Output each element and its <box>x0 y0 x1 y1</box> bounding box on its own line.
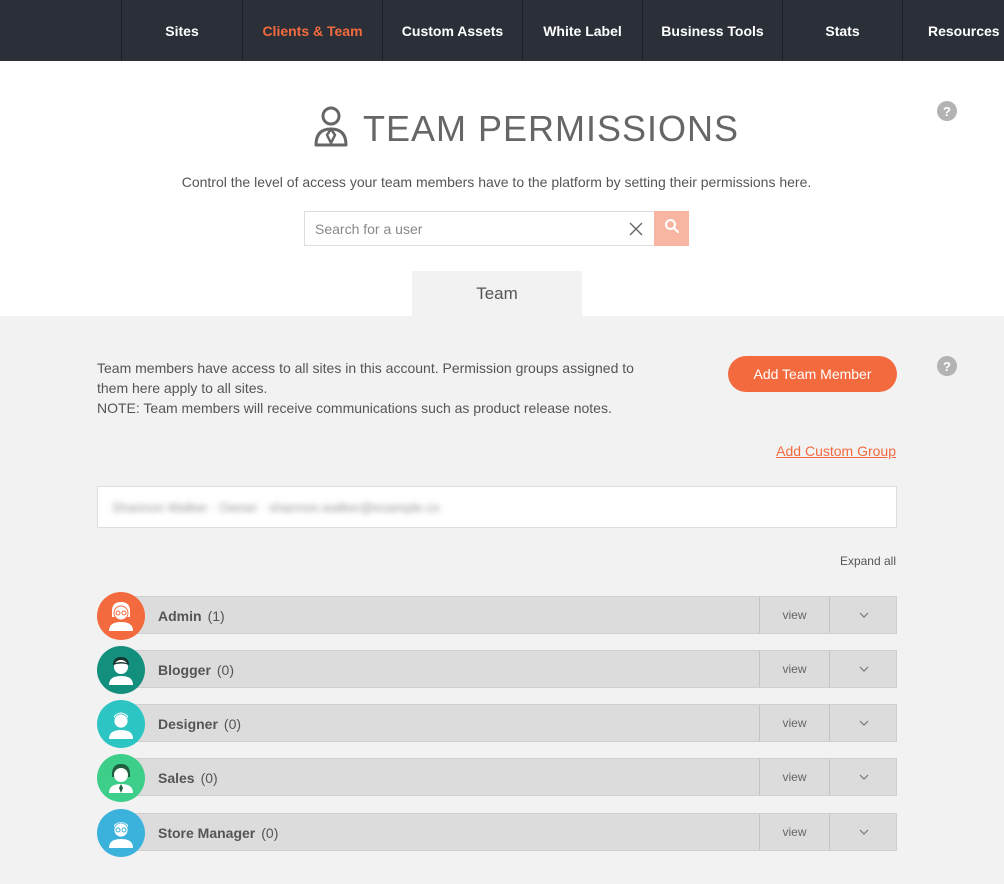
chevron-down-icon <box>858 714 870 732</box>
group-count: (0) <box>200 770 218 786</box>
help-icon[interactable]: ? <box>937 101 957 121</box>
page-subtitle: Control the level of access your team me… <box>181 174 812 190</box>
expand-toggle[interactable] <box>829 651 897 687</box>
permission-group-designer: Designer (0) view <box>97 700 897 748</box>
group-count: (0) <box>261 825 279 841</box>
nav-item-custom-assets[interactable]: Custom Assets <box>382 0 522 61</box>
page-title: TEAM PERMISSIONS <box>363 107 740 149</box>
search-button[interactable] <box>654 211 689 246</box>
chevron-down-icon <box>858 768 870 786</box>
group-count: (0) <box>216 662 235 678</box>
expand-toggle[interactable] <box>829 597 897 633</box>
view-button[interactable]: view <box>759 759 829 795</box>
permission-group-sales: Sales (0) view <box>97 754 897 802</box>
user-tie-icon <box>313 105 349 152</box>
help-icon[interactable]: ? <box>937 356 957 376</box>
view-button[interactable]: view <box>759 597 829 633</box>
description-line: Team members have access to all sites in… <box>97 360 634 376</box>
view-button[interactable]: view <box>759 814 829 850</box>
search-input[interactable] <box>305 212 623 245</box>
group-count: (1) <box>207 608 225 624</box>
group-bar[interactable]: Store Manager (0) view <box>121 813 897 851</box>
group-label: Designer <box>158 716 218 732</box>
view-button[interactable]: view <box>759 705 829 741</box>
search-icon <box>664 218 680 239</box>
nav-item-resources[interactable]: Resources <box>902 0 1004 61</box>
admin-avatar-icon <box>97 592 145 640</box>
tab-team[interactable]: Team <box>412 271 582 316</box>
group-bar[interactable]: Designer (0) view <box>121 704 897 742</box>
nav-item-stats[interactable]: Stats <box>782 0 902 61</box>
description-note: NOTE: Team members will receive communic… <box>97 400 612 416</box>
page-header: ? TEAM PERMISSIONS Control the level of … <box>0 61 1004 316</box>
group-count: (0) <box>223 716 242 732</box>
chevron-down-icon <box>858 660 870 678</box>
nav-item-sites[interactable]: Sites <box>121 0 242 61</box>
group-label: Admin <box>158 608 202 624</box>
group-name: Blogger (0) <box>158 662 234 678</box>
top-navigation: Sites Clients & Team Custom Assets White… <box>0 0 1004 61</box>
sales-avatar-icon <box>97 754 145 802</box>
expand-toggle[interactable] <box>829 814 897 850</box>
blogger-avatar-icon <box>97 646 145 694</box>
add-custom-group-link[interactable]: Add Custom Group <box>776 443 896 459</box>
expand-all-link[interactable]: Expand all <box>840 554 896 568</box>
close-icon[interactable] <box>627 220 645 238</box>
expand-toggle[interactable] <box>829 705 897 741</box>
group-name: Store Manager (0) <box>158 825 278 841</box>
group-bar[interactable]: Admin (1) view <box>121 596 897 634</box>
designer-avatar-icon <box>97 700 145 748</box>
user-search <box>304 211 689 246</box>
team-description: Team members have access to all sites in… <box>97 358 697 418</box>
chevron-down-icon <box>858 823 870 841</box>
group-label: Store Manager <box>158 825 256 841</box>
chevron-down-icon <box>858 606 870 624</box>
view-button[interactable]: view <box>759 651 829 687</box>
permission-group-admin: Admin (1) view <box>97 592 897 640</box>
group-label: Sales <box>158 770 195 786</box>
permission-group-store-manager: Store Manager (0) view <box>97 809 897 857</box>
group-label: Blogger <box>158 662 211 678</box>
group-bar[interactable]: Blogger (0) view <box>121 650 897 688</box>
add-team-member-button[interactable]: Add Team Member <box>728 356 897 392</box>
description-line: them here apply to all sites. <box>97 380 268 396</box>
title-wrap: TEAM PERMISSIONS <box>313 105 739 152</box>
team-member-info: Shannon Walker · Owner · shannon.walker@… <box>112 500 440 515</box>
expand-toggle[interactable] <box>829 759 897 795</box>
group-name: Designer (0) <box>158 716 241 732</box>
group-name: Admin (1) <box>158 608 225 624</box>
store-manager-avatar-icon <box>97 809 145 857</box>
team-member-row[interactable]: Shannon Walker · Owner · shannon.walker@… <box>97 486 897 528</box>
group-bar[interactable]: Sales (0) view <box>121 758 897 796</box>
group-name: Sales (0) <box>158 770 218 786</box>
nav-item-business-tools[interactable]: Business Tools <box>642 0 782 61</box>
permission-group-blogger: Blogger (0) view <box>97 646 897 694</box>
nav-item-clients-team[interactable]: Clients & Team <box>242 0 382 61</box>
nav-item-white-label[interactable]: White Label <box>522 0 642 61</box>
